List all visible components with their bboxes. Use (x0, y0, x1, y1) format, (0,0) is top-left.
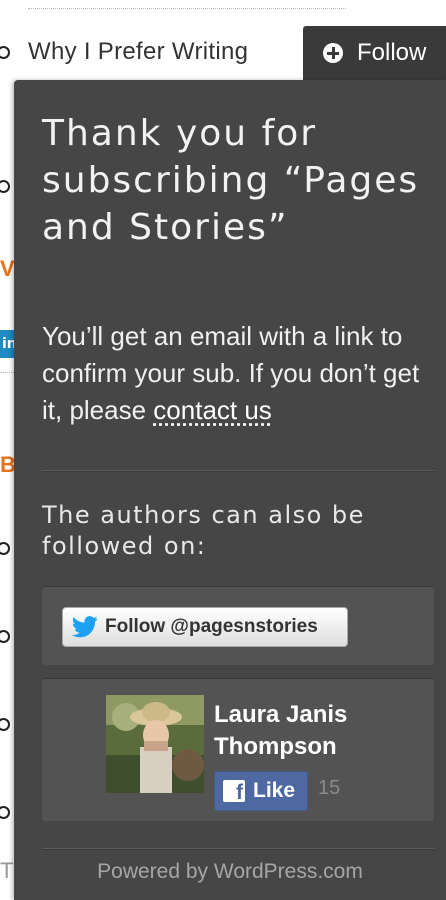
facebook-like-label: Like (253, 779, 296, 802)
twitter-follow-button[interactable]: Follow @pagesnstories (62, 607, 348, 647)
background-list-item-title[interactable]: Why I Prefer Writing (28, 38, 248, 66)
list-bullet-icon (0, 180, 10, 193)
linkedin-icon[interactable]: in (0, 330, 17, 358)
list-bullet-icon (0, 46, 10, 59)
contact-us-link[interactable]: contact us (153, 395, 272, 425)
plus-circle-icon (323, 43, 343, 63)
background-divider (0, 372, 14, 373)
panel-divider (42, 848, 434, 850)
avatar[interactable] (106, 695, 204, 793)
also-followed-label: The authors can also be followed on: (42, 501, 365, 560)
facebook-card: Laura Janis Thompson f Like 15 (42, 678, 434, 821)
powered-by-link[interactable]: Powered by WordPress.com (14, 860, 446, 884)
confirmation-message: You’ll get an email with a link to confi… (42, 318, 432, 429)
author-photo (106, 695, 204, 793)
list-bullet-icon (0, 718, 10, 731)
panel-title: Thank you for subscribing “Pages and Sto… (42, 113, 420, 248)
background-divider (28, 8, 346, 9)
panel-divider (42, 470, 434, 472)
like-count: 15 (318, 777, 341, 799)
list-bullet-icon (0, 542, 10, 555)
follow-button-label: Follow (357, 39, 427, 66)
follow-button[interactable]: Follow (303, 26, 446, 80)
background-orange-heading: V (0, 256, 15, 281)
facebook-f-icon: f (223, 780, 245, 802)
subscription-panel: Thank you for subscribing “Pages and Sto… (14, 80, 446, 900)
twitter-follow-label: Follow @pagesnstories (105, 616, 318, 637)
twitter-card: Follow @pagesnstories (42, 586, 434, 665)
twitter-bird-icon (71, 616, 98, 638)
facebook-like-button[interactable]: f Like (214, 771, 308, 811)
background-list-item[interactable]: Why I Prefer Writing (0, 32, 300, 72)
facebook-author-name[interactable]: Laura Janis Thompson (214, 699, 414, 763)
list-bullet-icon (0, 630, 10, 643)
list-bullet-icon (0, 806, 10, 819)
